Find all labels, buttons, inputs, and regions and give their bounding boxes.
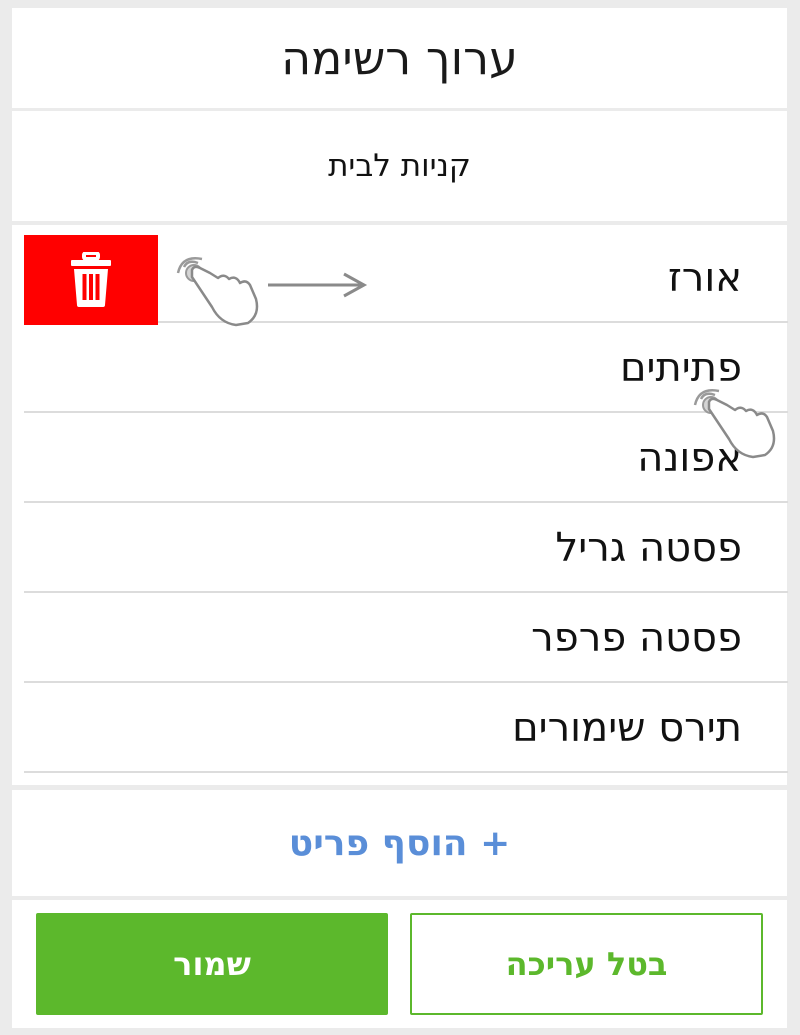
- page-title: ערוך רשימה: [281, 31, 518, 85]
- arrow-right-icon: [268, 272, 368, 298]
- hand-swipe-icon: [176, 257, 259, 327]
- item-list: אורז פתיתים אפונה פסטה גריל פסטה פרפר תי…: [12, 225, 788, 785]
- trash-icon: [71, 252, 111, 307]
- delete-item-button[interactable]: [24, 235, 158, 325]
- hand-tap-icon: [693, 389, 776, 459]
- page-header: ערוך רשימה: [12, 8, 787, 108]
- item-label: פסטה פרפר: [531, 615, 742, 661]
- cancel-edit-button[interactable]: בטל עריכה: [410, 913, 763, 1015]
- add-item-section: + הוסף פריט: [12, 790, 787, 896]
- list-item[interactable]: תירס שימורים: [24, 685, 788, 773]
- item-label: תירס שימורים: [512, 705, 742, 751]
- list-item[interactable]: פסטה פרפר: [24, 595, 788, 683]
- item-label: פסטה גריל: [555, 525, 742, 571]
- list-item[interactable]: פתיתים: [24, 325, 788, 413]
- item-label: אורז: [667, 255, 742, 301]
- list-name-value: קניות לבית: [328, 148, 471, 184]
- add-item-button[interactable]: + הוסף פריט: [289, 823, 510, 864]
- list-name-field[interactable]: קניות לבית: [12, 111, 787, 221]
- list-item[interactable]: אפונה: [24, 415, 788, 503]
- footer-actions: שמור בטל עריכה: [12, 900, 787, 1028]
- list-item[interactable]: פסטה גריל: [24, 505, 788, 593]
- save-button[interactable]: שמור: [36, 913, 388, 1015]
